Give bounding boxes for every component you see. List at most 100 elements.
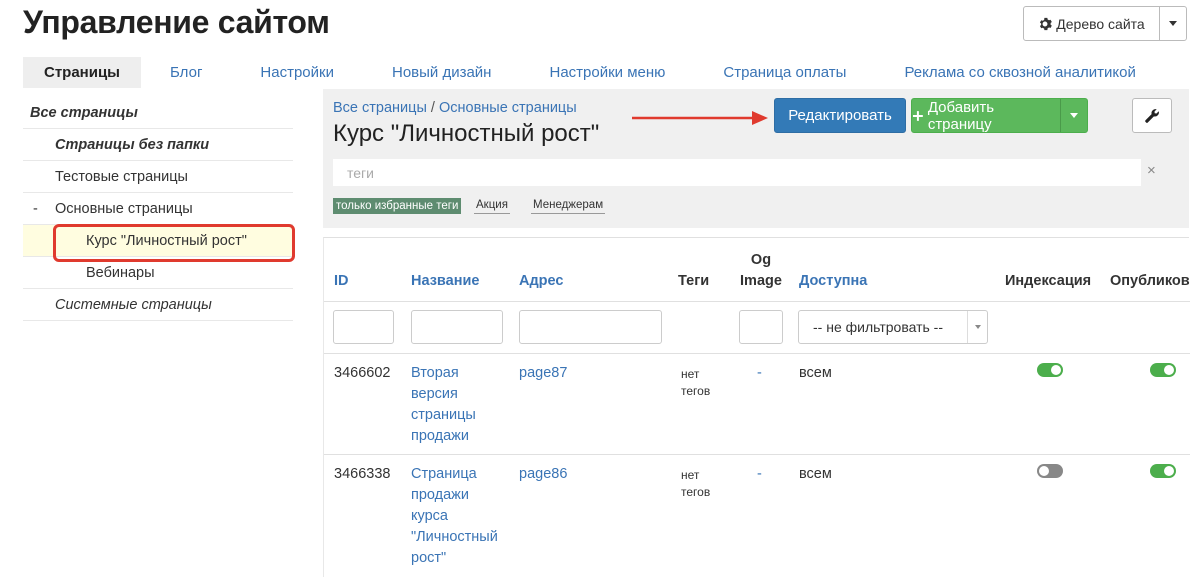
row-name-line: продажи: [411, 487, 469, 503]
column-header-published: Опубликов: [1110, 273, 1190, 289]
select-arrow: [967, 311, 987, 343]
caret-down-icon: [1070, 113, 1078, 118]
toggle-knob: [1164, 466, 1174, 476]
column-header-id[interactable]: ID: [334, 271, 349, 292]
row-name-line: курса: [411, 508, 448, 524]
og-image-filter-input[interactable]: [739, 310, 783, 344]
row-tags-line: нет: [681, 468, 700, 482]
published-toggle[interactable]: [1150, 464, 1176, 478]
sidebar-item-main-pages[interactable]: - Основные страницы: [23, 193, 293, 225]
add-page-button[interactable]: Добавить страницу: [911, 98, 1088, 133]
row-tags-line: тегов: [681, 384, 711, 398]
toggle-knob: [1039, 466, 1049, 476]
tab-menu-settings[interactable]: Настройки меню: [520, 57, 694, 88]
breadcrumb-current[interactable]: Основные страницы: [439, 100, 577, 116]
name-filter-input[interactable]: [411, 310, 503, 344]
tag-promo[interactable]: Акция: [474, 199, 510, 214]
caret-down-icon: [1169, 21, 1177, 26]
row-name-line: продажи: [411, 428, 469, 444]
plus-icon: [912, 110, 923, 121]
caret-down-icon: [974, 325, 981, 329]
wrench-icon: [1145, 108, 1159, 123]
column-header-og-image: Og Image: [738, 250, 784, 292]
site-tree-dropdown[interactable]: [1160, 7, 1186, 40]
tab-blog[interactable]: Блог: [141, 57, 231, 88]
sidebar-item-system-pages[interactable]: Системные страницы: [23, 289, 293, 321]
column-header-tags: Теги: [678, 273, 710, 289]
row-tags: нет тегов: [681, 467, 710, 501]
site-tree-main[interactable]: Дерево сайта: [1024, 7, 1160, 40]
address-filter-input[interactable]: [519, 310, 662, 344]
divider: [324, 353, 1190, 354]
og-header-line: Og: [750, 252, 772, 268]
tab-ads-analytics[interactable]: Реклама со сквозной аналитикой: [875, 57, 1164, 88]
column-header-indexing: Индексация: [1005, 273, 1092, 289]
breadcrumb-root[interactable]: Все страницы: [333, 100, 427, 116]
row-tags-line: нет: [681, 367, 700, 381]
site-tree-button[interactable]: Дерево сайта: [1023, 6, 1187, 41]
tags-filter-input[interactable]: [333, 159, 1141, 186]
main-tabs: Страницы Блог Настройки Новый дизайн Нас…: [23, 57, 1165, 88]
row-og-image[interactable]: -: [757, 363, 762, 384]
collapse-toggle[interactable]: -: [33, 201, 38, 217]
indexing-toggle[interactable]: [1037, 464, 1063, 478]
indexing-toggle[interactable]: [1037, 363, 1063, 377]
row-tags-line: тегов: [681, 485, 711, 499]
row-og-image[interactable]: -: [757, 464, 762, 485]
row-address-link[interactable]: page86: [519, 464, 567, 485]
row-tags: нет тегов: [681, 366, 710, 400]
sidebar-item-all-pages[interactable]: Все страницы: [23, 97, 293, 129]
edit-button[interactable]: Редактировать: [774, 98, 906, 133]
add-page-main[interactable]: Добавить страницу: [912, 98, 1061, 133]
row-name-line: "Личностный: [411, 529, 498, 545]
add-page-dropdown[interactable]: [1061, 99, 1087, 132]
select-value: -- не фильтровать --: [813, 319, 943, 335]
divider: [324, 454, 1190, 455]
annotation-arrow-icon: [632, 111, 768, 125]
id-filter-input[interactable]: [333, 310, 394, 344]
tag-managers[interactable]: Менеджерам: [531, 199, 606, 214]
sidebar-item-no-folder[interactable]: Страницы без папки: [23, 129, 293, 161]
sidebar-item-label: Все страницы: [30, 104, 138, 121]
content-title: Курс "Личностный рост": [333, 120, 600, 147]
tab-new-design[interactable]: Новый дизайн: [363, 57, 521, 88]
column-header-available[interactable]: Доступна: [799, 271, 867, 292]
row-address-link[interactable]: page87: [519, 363, 567, 384]
favorite-tags-toggle[interactable]: только избранные теги: [333, 198, 462, 214]
row-name-line: Страница: [411, 466, 477, 482]
row-id: 3466338: [334, 466, 391, 482]
sidebar-item-label: Системные страницы: [55, 296, 212, 313]
toggle-knob: [1164, 365, 1174, 375]
clear-tags-icon[interactable]: ×: [1147, 162, 1156, 179]
row-name-link[interactable]: Вторая версия страницы продажи: [411, 363, 476, 447]
og-header-line: Image: [740, 273, 782, 289]
row-id: 3466602: [334, 365, 391, 381]
sidebar-item-label: Страницы без папки: [55, 136, 210, 153]
sidebar-item-label: Вебинары: [86, 264, 155, 281]
breadcrumb: Все страницы / Основные страницы: [333, 100, 577, 116]
site-tree-label: Дерево сайта: [1056, 15, 1145, 32]
row-name-link[interactable]: Страница продажи курса "Личностный рост": [411, 464, 498, 569]
column-header-name[interactable]: Название: [411, 271, 479, 292]
tab-pages[interactable]: Страницы: [23, 57, 141, 88]
tab-settings[interactable]: Настройки: [231, 57, 363, 88]
add-page-label: Добавить страницу: [927, 98, 995, 133]
row-available: всем: [799, 365, 832, 381]
row-name-line: рост": [411, 550, 447, 566]
sidebar-item-label: Основные страницы: [55, 200, 193, 217]
row-name-line: Вторая: [411, 365, 459, 381]
row-available: всем: [799, 466, 832, 482]
sidebar-item-label: Тестовые страницы: [55, 168, 188, 185]
row-name-line: версия: [411, 386, 458, 402]
settings-wrench-button[interactable]: [1132, 98, 1172, 133]
highlight-frame: [53, 224, 295, 262]
divider: [324, 301, 1190, 302]
column-header-address[interactable]: Адрес: [519, 271, 563, 292]
sidebar-item-test-pages[interactable]: Тестовые страницы: [23, 161, 293, 193]
sidebar: Все страницы Страницы без папки Тестовые…: [23, 97, 295, 321]
page-title: Управление сайтом: [23, 4, 330, 40]
pages-table: ID Название Адрес Теги Og Image Доступна…: [323, 237, 1190, 577]
availability-filter-select[interactable]: -- не фильтровать --: [798, 310, 988, 344]
published-toggle[interactable]: [1150, 363, 1176, 377]
tab-payment-page[interactable]: Страница оплаты: [694, 57, 875, 88]
